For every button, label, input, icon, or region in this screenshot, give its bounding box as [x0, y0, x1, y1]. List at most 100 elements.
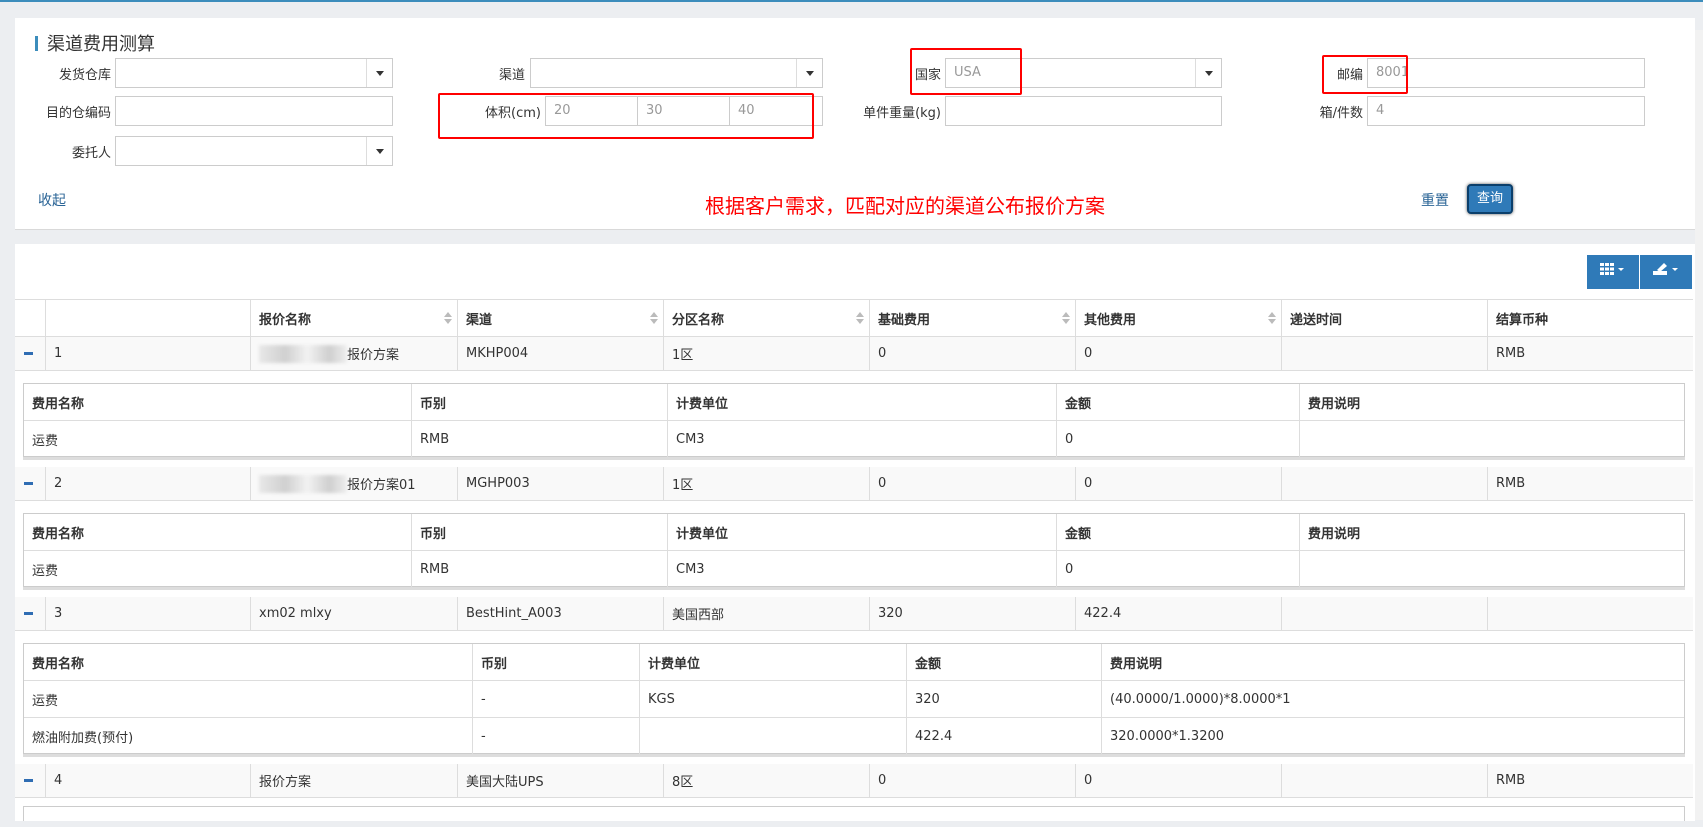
collapse-icon[interactable]	[15, 597, 45, 630]
top-accent-line	[0, 0, 1703, 2]
sort-icon[interactable]	[1268, 312, 1276, 326]
detail-row: 运费 RMB CM3 0	[24, 421, 1684, 458]
row-delivery-time	[1281, 467, 1487, 500]
row-quote-name: 报价方案	[250, 764, 457, 797]
header-index	[45, 300, 250, 336]
detail-currency: -	[472, 681, 639, 717]
row-base-fee: 0	[869, 764, 1075, 797]
detail-header-amount: 金额	[1056, 514, 1299, 550]
row-other-fee: 0	[1075, 764, 1281, 797]
detail-header-currency: 币别	[411, 384, 667, 420]
detail-desc	[1299, 421, 1686, 458]
chevron-down-icon	[1195, 59, 1221, 87]
row-index: 1	[45, 337, 250, 370]
country-highlight-box	[910, 48, 1022, 95]
detail-amount: 0	[1056, 421, 1299, 458]
pieces-input[interactable]: 4	[1367, 96, 1645, 126]
row-currency	[1487, 597, 1693, 630]
export-button[interactable]	[1640, 255, 1692, 289]
pieces-label: 箱/件数	[1319, 106, 1363, 121]
chevron-down-icon	[796, 59, 822, 87]
row-delivery-time	[1281, 597, 1487, 630]
detail-divider	[23, 754, 1685, 757]
postcode-input[interactable]: 8001	[1367, 58, 1645, 88]
header-channel[interactable]: 渠道	[457, 300, 663, 336]
table-row[interactable]: 3 xm02 mlxy BestHint_A003 美国西部 320 422.4	[15, 597, 1693, 631]
sort-icon[interactable]	[1062, 312, 1070, 326]
redacted-blur	[259, 344, 347, 363]
results-grid: 报价名称 渠道 分区名称 基础费用 其他费用 递送时间 结算币种 1 报价方案 …	[15, 244, 1695, 821]
detail-fee: 燃油附加费(预付)	[32, 731, 134, 746]
detail-table: 费用名称 币别 计费单位 金额 费用说明 运费 - KGS 320 (40.00…	[23, 643, 1686, 755]
detail-header-row: 费用名称 币别 计费单位 金额 费用说明	[24, 644, 1684, 681]
grid-header-row: 报价名称 渠道 分区名称 基础费用 其他费用 递送时间 结算币种	[15, 299, 1693, 337]
channel-select[interactable]	[530, 58, 823, 88]
postcode-highlight-box	[1322, 55, 1408, 94]
row-delivery-time	[1281, 764, 1487, 797]
collapse-icon[interactable]	[15, 764, 45, 797]
row-base-fee: 0	[869, 337, 1075, 370]
detail-currency: RMB	[411, 421, 667, 458]
detail-row: 运费 RMB CM3 0	[24, 551, 1684, 588]
sort-icon[interactable]	[856, 312, 864, 326]
reset-link[interactable]: 重置	[1421, 190, 1449, 210]
row-zone: 1区	[663, 467, 869, 500]
header-quote-name[interactable]: 报价名称	[250, 300, 457, 336]
row-delivery-time	[1281, 337, 1487, 370]
page-scrollbar[interactable]	[1695, 30, 1703, 820]
detail-header-fee: 费用名称	[32, 526, 85, 542]
detail-header-row: 费用名称 币别 计费单位 金额 费用说明	[24, 514, 1684, 551]
consignor-select[interactable]	[115, 136, 393, 166]
detail-header-desc: 费用说明	[1299, 384, 1686, 420]
row-other-fee: 0	[1075, 467, 1281, 500]
table-row[interactable]: 1 报价方案 MKHP004 1区 0 0 RMB	[15, 337, 1693, 371]
row-base-fee: 320	[869, 597, 1075, 630]
column-toggle-button[interactable]	[1587, 255, 1639, 289]
header-other-fee[interactable]: 其他费用	[1075, 300, 1281, 336]
detail-header-amount: 金额	[906, 644, 1101, 680]
detail-header-desc: 费用说明	[1299, 514, 1686, 550]
detail-header-fee: 费用名称	[32, 656, 85, 672]
collapse-link[interactable]: 收起	[38, 190, 66, 210]
panel-title: 渠道费用测算	[35, 30, 155, 56]
detail-header-unit: 计费单位	[639, 644, 906, 680]
detail-row: 燃油附加费(预付) - 422.4 320.0000*1.3200	[24, 718, 1684, 755]
detail-currency: RMB	[411, 551, 667, 588]
header-zone[interactable]: 分区名称	[663, 300, 869, 336]
detail-unit: CM3	[667, 551, 1056, 588]
dest-code-input[interactable]	[115, 96, 393, 126]
warehouse-label: 发货仓库	[58, 68, 111, 83]
detail-desc: (40.0000/1.0000)*8.0000*1	[1101, 681, 1686, 717]
row-zone: 1区	[663, 337, 869, 370]
warehouse-select[interactable]	[115, 58, 393, 88]
row-base-fee: 0	[869, 467, 1075, 500]
detail-divider	[23, 457, 1685, 460]
export-icon	[1653, 263, 1678, 275]
collapse-icon[interactable]	[15, 467, 45, 500]
row-channel: 美国大陆UPS	[457, 764, 663, 797]
collapse-icon[interactable]	[15, 337, 45, 370]
weight-input[interactable]	[945, 96, 1222, 126]
consignor-label: 委托人	[71, 146, 111, 161]
row-zone: 美国西部	[663, 597, 869, 630]
table-row[interactable]: 4 报价方案 美国大陆UPS 8区 0 0 RMB	[15, 764, 1693, 798]
row-currency: RMB	[1487, 467, 1693, 500]
header-currency: 结算币种	[1487, 300, 1693, 336]
detail-divider	[23, 587, 1685, 590]
detail-desc: 320.0000*1.3200	[1101, 718, 1686, 755]
row-index: 3	[45, 597, 250, 630]
sort-icon[interactable]	[650, 312, 658, 326]
table-row[interactable]: 2 报价方案01 MGHP003 1区 0 0 RMB	[15, 467, 1693, 501]
row-other-fee: 422.4	[1075, 597, 1281, 630]
detail-amount: 0	[1056, 551, 1299, 588]
row-quote-name: 报价方案	[250, 337, 457, 370]
chevron-down-icon	[366, 137, 392, 165]
header-base-fee[interactable]: 基础费用	[869, 300, 1075, 336]
detail-unit: CM3	[667, 421, 1056, 458]
detail-header-currency: 币别	[472, 644, 639, 680]
panel-title-text: 渠道费用测算	[47, 34, 155, 55]
query-button[interactable]: 查询	[1467, 184, 1513, 214]
detail-fee: 运费	[32, 434, 59, 449]
annotation-text: 根据客户需求，匹配对应的渠道公布报价方案	[705, 194, 1105, 218]
sort-icon[interactable]	[444, 312, 452, 326]
